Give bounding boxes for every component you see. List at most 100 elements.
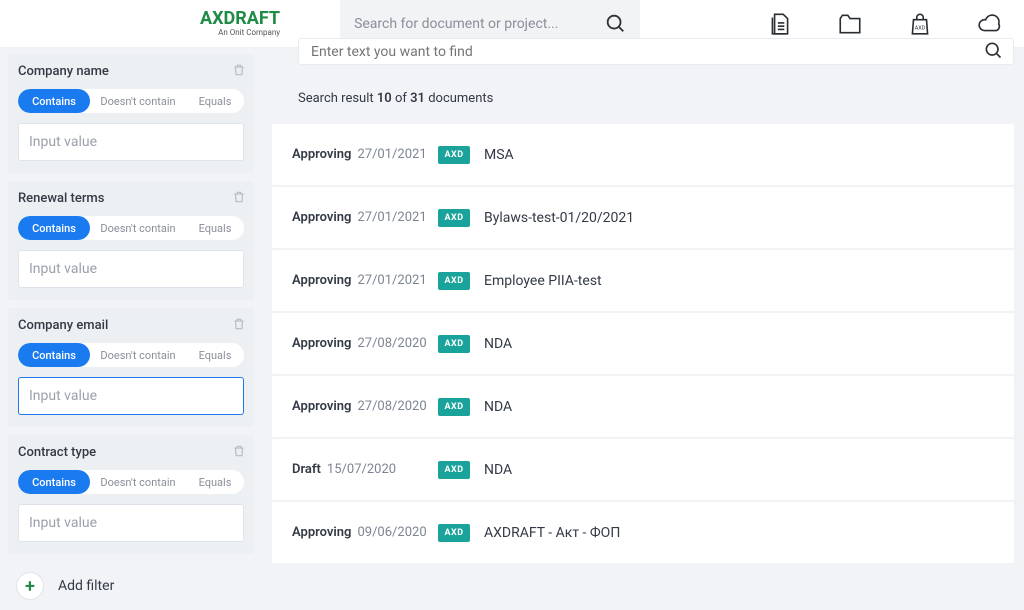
document-status: Approving 27/01/2021 (292, 210, 438, 225)
document-title: Employee PIIA-test (484, 273, 602, 289)
folder-icon[interactable] (836, 10, 864, 38)
document-title: NDA (484, 399, 512, 415)
axd-badge: AXD (438, 398, 470, 416)
results-prefix: Search result (298, 91, 377, 106)
pill-not-contains[interactable]: Doesn't contain (90, 343, 186, 367)
text-search-box[interactable] (298, 38, 1014, 65)
status-date: 27/01/2021 (357, 147, 426, 162)
pill-equals[interactable]: Equals (186, 216, 244, 240)
search-icon[interactable] (604, 12, 626, 36)
search-icon[interactable] (983, 40, 1003, 64)
brand-name: AXDRAFT (200, 10, 280, 28)
filters-sidebar: Company name Contains Doesn't contain Eq… (0, 48, 262, 563)
match-mode-toggle: Contains Doesn't contain Equals (18, 343, 244, 367)
status-label: Approving (292, 210, 351, 225)
filter-title: Company name (18, 64, 244, 79)
filter-value-input[interactable] (18, 123, 244, 161)
add-filter-button[interactable]: + Add filter (8, 562, 254, 610)
status-date: 27/01/2021 (357, 210, 426, 225)
results-mid: of (392, 91, 410, 106)
document-status: Approving 27/01/2021 (292, 147, 438, 162)
status-date: 09/06/2020 (357, 525, 426, 540)
document-row[interactable]: Approving 27/08/2020 AXD NDA (272, 376, 1014, 437)
trash-icon[interactable] (232, 189, 246, 208)
status-date: 27/08/2020 (357, 336, 426, 351)
filter-title: Renewal terms (18, 191, 244, 206)
add-filter-label: Add filter (58, 578, 114, 594)
brand-subtitle: An Onit Company (218, 28, 280, 37)
status-label: Approving (292, 147, 351, 162)
axd-badge: AXD (438, 146, 470, 164)
filter-renewal-terms: Renewal terms Contains Doesn't contain E… (8, 181, 254, 300)
document-row[interactable]: Approving 09/06/2020 AXD AXDRAFT - Акт - ФО… (272, 502, 1014, 563)
status-date: 27/01/2021 (357, 273, 426, 288)
axd-badge: AXD (438, 461, 470, 479)
svg-text:AXD: AXD (915, 25, 926, 31)
filter-value-input[interactable] (18, 377, 244, 415)
results-summary: Search result 10 of 31 documents (272, 71, 1014, 124)
document-row[interactable]: Approving 27/08/2020 AXD NDA (272, 313, 1014, 374)
global-search-input[interactable] (354, 16, 604, 32)
main-content: Search result 10 of 31 documents Approvi… (262, 48, 1024, 563)
axd-badge: AXD (438, 272, 470, 290)
document-status: Approving 27/08/2020 (292, 399, 438, 414)
text-search-input[interactable] (311, 44, 1001, 60)
filter-company-name: Company name Contains Doesn't contain Eq… (8, 54, 254, 173)
document-row[interactable]: Approving 27/01/2021 AXD MSA (272, 124, 1014, 185)
pill-equals[interactable]: Equals (186, 343, 244, 367)
shop-icon[interactable]: AXD (906, 10, 934, 38)
header-actions: AXD (766, 10, 1004, 38)
match-mode-toggle: Contains Doesn't contain Equals (18, 216, 244, 240)
cloud-icon[interactable] (976, 10, 1004, 38)
status-label: Approving (292, 525, 351, 540)
status-label: Draft (292, 462, 321, 477)
document-list: Approving 27/01/2021 AXD MSA Approving 27/01/… (272, 124, 1014, 563)
document-status: Draft 15/07/2020 (292, 462, 438, 477)
filter-value-input[interactable] (18, 250, 244, 288)
document-title: NDA (484, 462, 512, 478)
results-suffix: documents (425, 91, 493, 106)
status-label: Approving (292, 399, 351, 414)
filter-title: Company email (18, 318, 244, 333)
document-title: MSA (484, 147, 514, 163)
pill-not-contains[interactable]: Doesn't contain (90, 216, 186, 240)
brand-logo: AXDRAFT An Onit Company (200, 10, 280, 37)
pill-not-contains[interactable]: Doesn't contain (90, 89, 186, 113)
match-mode-toggle: Contains Doesn't contain Equals (18, 89, 244, 113)
document-row[interactable]: Approving 27/01/2021 AXD Employee PIIA-test (272, 250, 1014, 311)
pill-not-contains[interactable]: Doesn't contain (90, 470, 186, 494)
documents-icon[interactable] (766, 10, 794, 38)
document-title: Bylaws-test-01/20/2021 (484, 210, 634, 226)
match-mode-toggle: Contains Doesn't contain Equals (18, 470, 244, 494)
pill-equals[interactable]: Equals (186, 470, 244, 494)
pill-contains[interactable]: Contains (18, 470, 90, 494)
filter-company-email: Company email Contains Doesn't contain E… (8, 308, 254, 427)
pill-contains[interactable]: Contains (18, 343, 90, 367)
document-status: Approving 27/01/2021 (292, 273, 438, 288)
results-shown: 10 (377, 91, 392, 106)
document-status: Approving 09/06/2020 (292, 525, 438, 540)
document-row[interactable]: Draft 15/07/2020 AXD NDA (272, 439, 1014, 500)
axd-badge: AXD (438, 335, 470, 353)
document-status: Approving 27/08/2020 (292, 336, 438, 351)
pill-equals[interactable]: Equals (186, 89, 244, 113)
filter-contract-type: Contract type Contains Doesn't contain E… (8, 435, 254, 554)
document-title: NDA (484, 336, 512, 352)
plus-icon: + (16, 572, 44, 600)
results-total: 31 (410, 91, 425, 106)
pill-contains[interactable]: Contains (18, 89, 90, 113)
status-date: 15/07/2020 (327, 462, 396, 477)
filter-title: Contract type (18, 445, 244, 460)
trash-icon[interactable] (232, 62, 246, 81)
filter-value-input[interactable] (18, 504, 244, 542)
document-row[interactable]: Approving 27/01/2021 AXD Bylaws-test-01/20/… (272, 187, 1014, 248)
status-label: Approving (292, 336, 351, 351)
status-label: Approving (292, 273, 351, 288)
axd-badge: AXD (438, 209, 470, 227)
status-date: 27/08/2020 (357, 399, 426, 414)
pill-contains[interactable]: Contains (18, 216, 90, 240)
trash-icon[interactable] (232, 316, 246, 335)
axd-badge: AXD (438, 524, 470, 542)
trash-icon[interactable] (232, 443, 246, 462)
document-title: AXDRAFT - Акт - ФОП (484, 525, 620, 541)
